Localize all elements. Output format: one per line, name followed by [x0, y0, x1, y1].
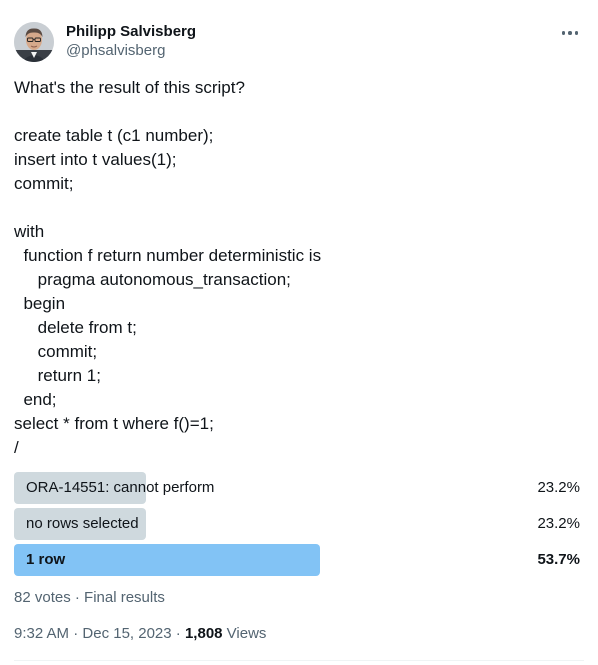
more-dot: [561, 31, 566, 35]
more-dot: [568, 31, 572, 35]
tweet-text-line: create table t (c1 number);: [14, 126, 214, 145]
author-display-name[interactable]: Philipp Salvisberg: [66, 23, 196, 41]
tweet-meta: 9:32 AM · Dec 15, 2023 · 1,808 Views: [14, 624, 266, 644]
poll-option-percent: 23.2%: [537, 515, 580, 532]
tweet-text: What's the result of this script? create…: [14, 76, 584, 460]
tweet-text-line: select * from t where f()=1;: [14, 414, 214, 433]
tweet-text-line: pragma autonomous_transaction;: [14, 270, 291, 289]
tweet-text-line: [14, 196, 584, 220]
poll-option: no rows selected 23.2%: [14, 508, 584, 540]
tweet-text-line: commit;: [14, 174, 74, 193]
author-names: Philipp Salvisberg @phsalvisberg: [66, 23, 196, 61]
tweet-header: Philipp Salvisberg @phsalvisberg: [14, 20, 584, 64]
poll: ORA-14551: cannot perform 23.2% no rows …: [14, 472, 584, 580]
poll-option-label: 1 row: [26, 551, 66, 568]
poll-option-label: no rows selected: [26, 515, 139, 532]
tweet-text-line: commit;: [14, 342, 98, 361]
poll-option-percent: 23.2%: [537, 479, 580, 496]
more-horizontal-icon[interactable]: [560, 26, 580, 40]
tweet-text-line: delete from t;: [14, 318, 137, 337]
poll-option-percent: 53.7%: [537, 551, 580, 568]
tweet: Philipp Salvisberg @phsalvisberg What's …: [0, 0, 598, 665]
avatar[interactable]: [14, 22, 54, 62]
meta-separator: ·: [171, 625, 185, 642]
more-dot: [574, 31, 579, 35]
tweet-text-line: What's the result of this script?: [14, 78, 245, 97]
meta-separator: ·: [69, 625, 83, 642]
poll-summary: 82 votes · Final results: [14, 589, 165, 606]
tweet-text-line: with: [14, 222, 45, 241]
poll-option: 1 row 53.7%: [14, 544, 584, 576]
tweet-text-line: function f return number deterministic i…: [14, 246, 322, 265]
tweet-text-line: [14, 100, 584, 124]
tweet-time[interactable]: 9:32 AM: [14, 625, 69, 642]
divider: [14, 660, 584, 661]
views-count: 1,808: [184, 625, 223, 642]
poll-option-label: ORA-14551: cannot perform: [26, 479, 215, 496]
poll-option: ORA-14551: cannot perform 23.2%: [14, 472, 584, 504]
tweet-text-line: end;: [14, 390, 57, 409]
tweet-date[interactable]: Dec 15, 2023: [82, 625, 171, 642]
views-label: Views: [222, 625, 267, 642]
author-handle[interactable]: @phsalvisberg: [66, 41, 196, 61]
avatar-image: [14, 22, 54, 62]
tweet-text-line: return 1;: [14, 366, 101, 385]
tweet-text-line: insert into t values(1);: [14, 150, 177, 169]
tweet-text-line: begin: [14, 294, 66, 313]
tweet-text-line: /: [14, 438, 19, 457]
